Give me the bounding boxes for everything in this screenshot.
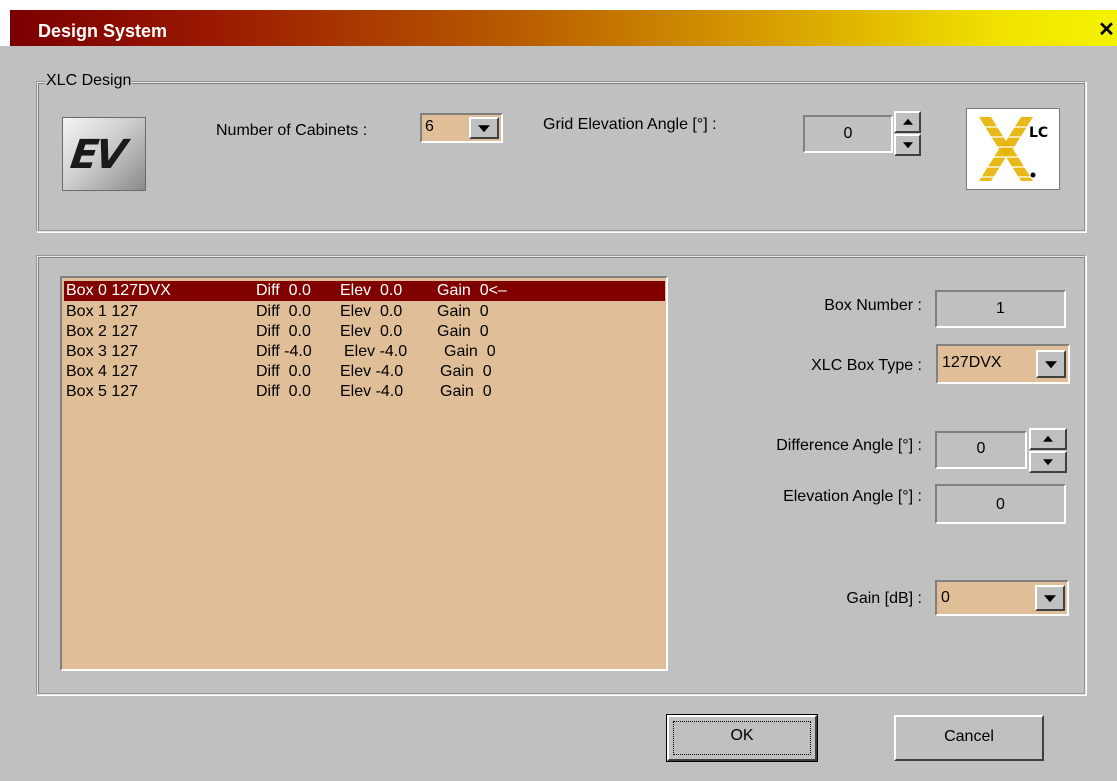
list-item-gain: Gain 0 bbox=[444, 343, 496, 360]
box-type-value: 127DVX bbox=[942, 354, 1002, 371]
window-title: Design System bbox=[38, 21, 168, 41]
chevron-down-icon bbox=[1044, 595, 1056, 603]
grid-elevation-value: 0 bbox=[843, 125, 853, 142]
arrow-up-icon bbox=[902, 118, 913, 125]
list-item-box: Box 4 127 bbox=[66, 363, 139, 380]
ok-button[interactable]: OK bbox=[666, 714, 818, 762]
xlc-logo-mark bbox=[973, 117, 1037, 181]
xlc-design-group bbox=[36, 81, 1086, 232]
grid-elevation-down-button[interactable] bbox=[894, 134, 921, 156]
cancel-button[interactable]: Cancel bbox=[894, 715, 1044, 761]
title-bar[interactable] bbox=[10, 10, 1117, 46]
chevron-down-icon bbox=[478, 125, 490, 133]
elevation-angle-label: Elevation Angle [°] : bbox=[783, 488, 922, 505]
gain-value: 0 bbox=[941, 589, 950, 606]
difference-angle-up-button[interactable] bbox=[1029, 428, 1067, 450]
list-item-gain: Gain 0 bbox=[437, 303, 489, 320]
list-item-box: Box 1 127 bbox=[66, 303, 139, 320]
list-item-gain: Gain 0 bbox=[437, 323, 489, 340]
cabinets-value: 6 bbox=[425, 118, 434, 135]
grid-elevation-up-button[interactable] bbox=[894, 111, 921, 133]
list-item[interactable]: Box 5 127 Diff 0.0 Elev -4.0 Gain 0 bbox=[66, 382, 492, 402]
grid-elevation-label: Grid Elevation Angle [°] : bbox=[543, 116, 717, 133]
list-item-gain: Gain 0 bbox=[440, 363, 492, 380]
box-type-dropdown-button[interactable] bbox=[1036, 350, 1066, 378]
list-item-diff: Diff 0.0 bbox=[256, 363, 311, 380]
difference-angle-value: 0 bbox=[976, 440, 986, 457]
list-item-elev: Elev -4.0 bbox=[344, 343, 408, 360]
xlc-design-legend: XLC Design bbox=[45, 72, 133, 90]
gain-label: Gain [dB] : bbox=[846, 590, 922, 607]
list-item-diff: Diff 0.0 bbox=[256, 303, 311, 320]
cancel-button-label: Cancel bbox=[944, 728, 994, 745]
list-item[interactable]: Box 3 127 Diff -4.0 Elev -4.0 Gain 0 bbox=[66, 342, 496, 362]
list-item-diff: Diff 0.0 bbox=[256, 282, 311, 299]
list-item-gain: Gain 0<– bbox=[437, 282, 507, 299]
list-item-diff: Diff -4.0 bbox=[256, 343, 312, 360]
list-item-elev: Elev 0.0 bbox=[340, 323, 403, 340]
box-number-label: Box Number : bbox=[824, 297, 922, 314]
list-item-box: Box 3 127 bbox=[66, 343, 139, 360]
box-list[interactable]: Box 0 127DVX Diff 0.0 Elev 0.0 Gain 0<– … bbox=[60, 276, 668, 671]
list-item-box: Box 5 127 bbox=[66, 383, 139, 400]
list-item-elev: Elev 0.0 bbox=[340, 303, 403, 320]
list-item-elev: Elev -4.0 bbox=[340, 363, 404, 380]
list-item-elev: Elev -4.0 bbox=[340, 383, 404, 400]
list-item-gain: Gain 0 bbox=[440, 383, 492, 400]
close-icon: ✕ bbox=[1098, 19, 1115, 41]
list-item-diff: Diff 0.0 bbox=[256, 383, 311, 400]
ok-button-label: OK bbox=[730, 727, 754, 744]
gain-dropdown-button[interactable] bbox=[1035, 585, 1065, 611]
list-item[interactable]: Box 0 127DVX Diff 0.0 Elev 0.0 Gain 0<– bbox=[64, 281, 665, 301]
list-item[interactable]: Box 2 127 Diff 0.0 Elev 0.0 Gain 0 bbox=[66, 322, 489, 342]
ev-logo-text: EV bbox=[67, 132, 127, 178]
box-type-select[interactable]: 127DVX bbox=[936, 344, 1070, 384]
list-item[interactable]: Box 1 127 Diff 0.0 Elev 0.0 Gain 0 bbox=[66, 302, 489, 322]
ev-logo: EV bbox=[62, 117, 146, 191]
box-type-label: XLC Box Type : bbox=[811, 357, 922, 374]
cabinets-select[interactable]: 6 bbox=[420, 113, 503, 143]
difference-angle-down-button[interactable] bbox=[1029, 451, 1067, 473]
grid-elevation-field[interactable]: 0 bbox=[803, 115, 893, 153]
elevation-angle-field: 0 bbox=[935, 484, 1066, 524]
cabinets-dropdown-button[interactable] bbox=[469, 117, 499, 139]
xlc-logo-text: LC bbox=[1029, 125, 1049, 141]
arrow-up-icon bbox=[1043, 435, 1053, 442]
arrow-down-icon bbox=[1043, 459, 1053, 466]
list-item-elev: Elev 0.0 bbox=[340, 282, 403, 299]
title-bar-frame: Design System ✕ bbox=[0, 0, 1117, 46]
elevation-angle-value: 0 bbox=[996, 496, 1005, 513]
chevron-down-icon bbox=[1045, 361, 1057, 369]
list-item[interactable]: Box 4 127 Diff 0.0 Elev -4.0 Gain 0 bbox=[66, 362, 492, 382]
gain-select[interactable]: 0 bbox=[935, 580, 1069, 616]
difference-angle-field[interactable]: 0 bbox=[935, 431, 1027, 469]
cabinets-label: Number of Cabinets : bbox=[216, 122, 368, 139]
box-number-value: 1 bbox=[996, 300, 1005, 317]
list-item-diff: Diff 0.0 bbox=[256, 323, 311, 340]
box-number-field: 1 bbox=[935, 290, 1066, 328]
list-item-box: Box 2 127 bbox=[66, 323, 139, 340]
arrow-down-icon bbox=[902, 142, 913, 149]
close-button[interactable]: ✕ bbox=[1096, 20, 1117, 42]
xlc-logo: LC bbox=[966, 108, 1060, 190]
difference-angle-label: Difference Angle [°] : bbox=[776, 437, 922, 454]
list-item-box: Box 0 127DVX bbox=[66, 282, 171, 299]
